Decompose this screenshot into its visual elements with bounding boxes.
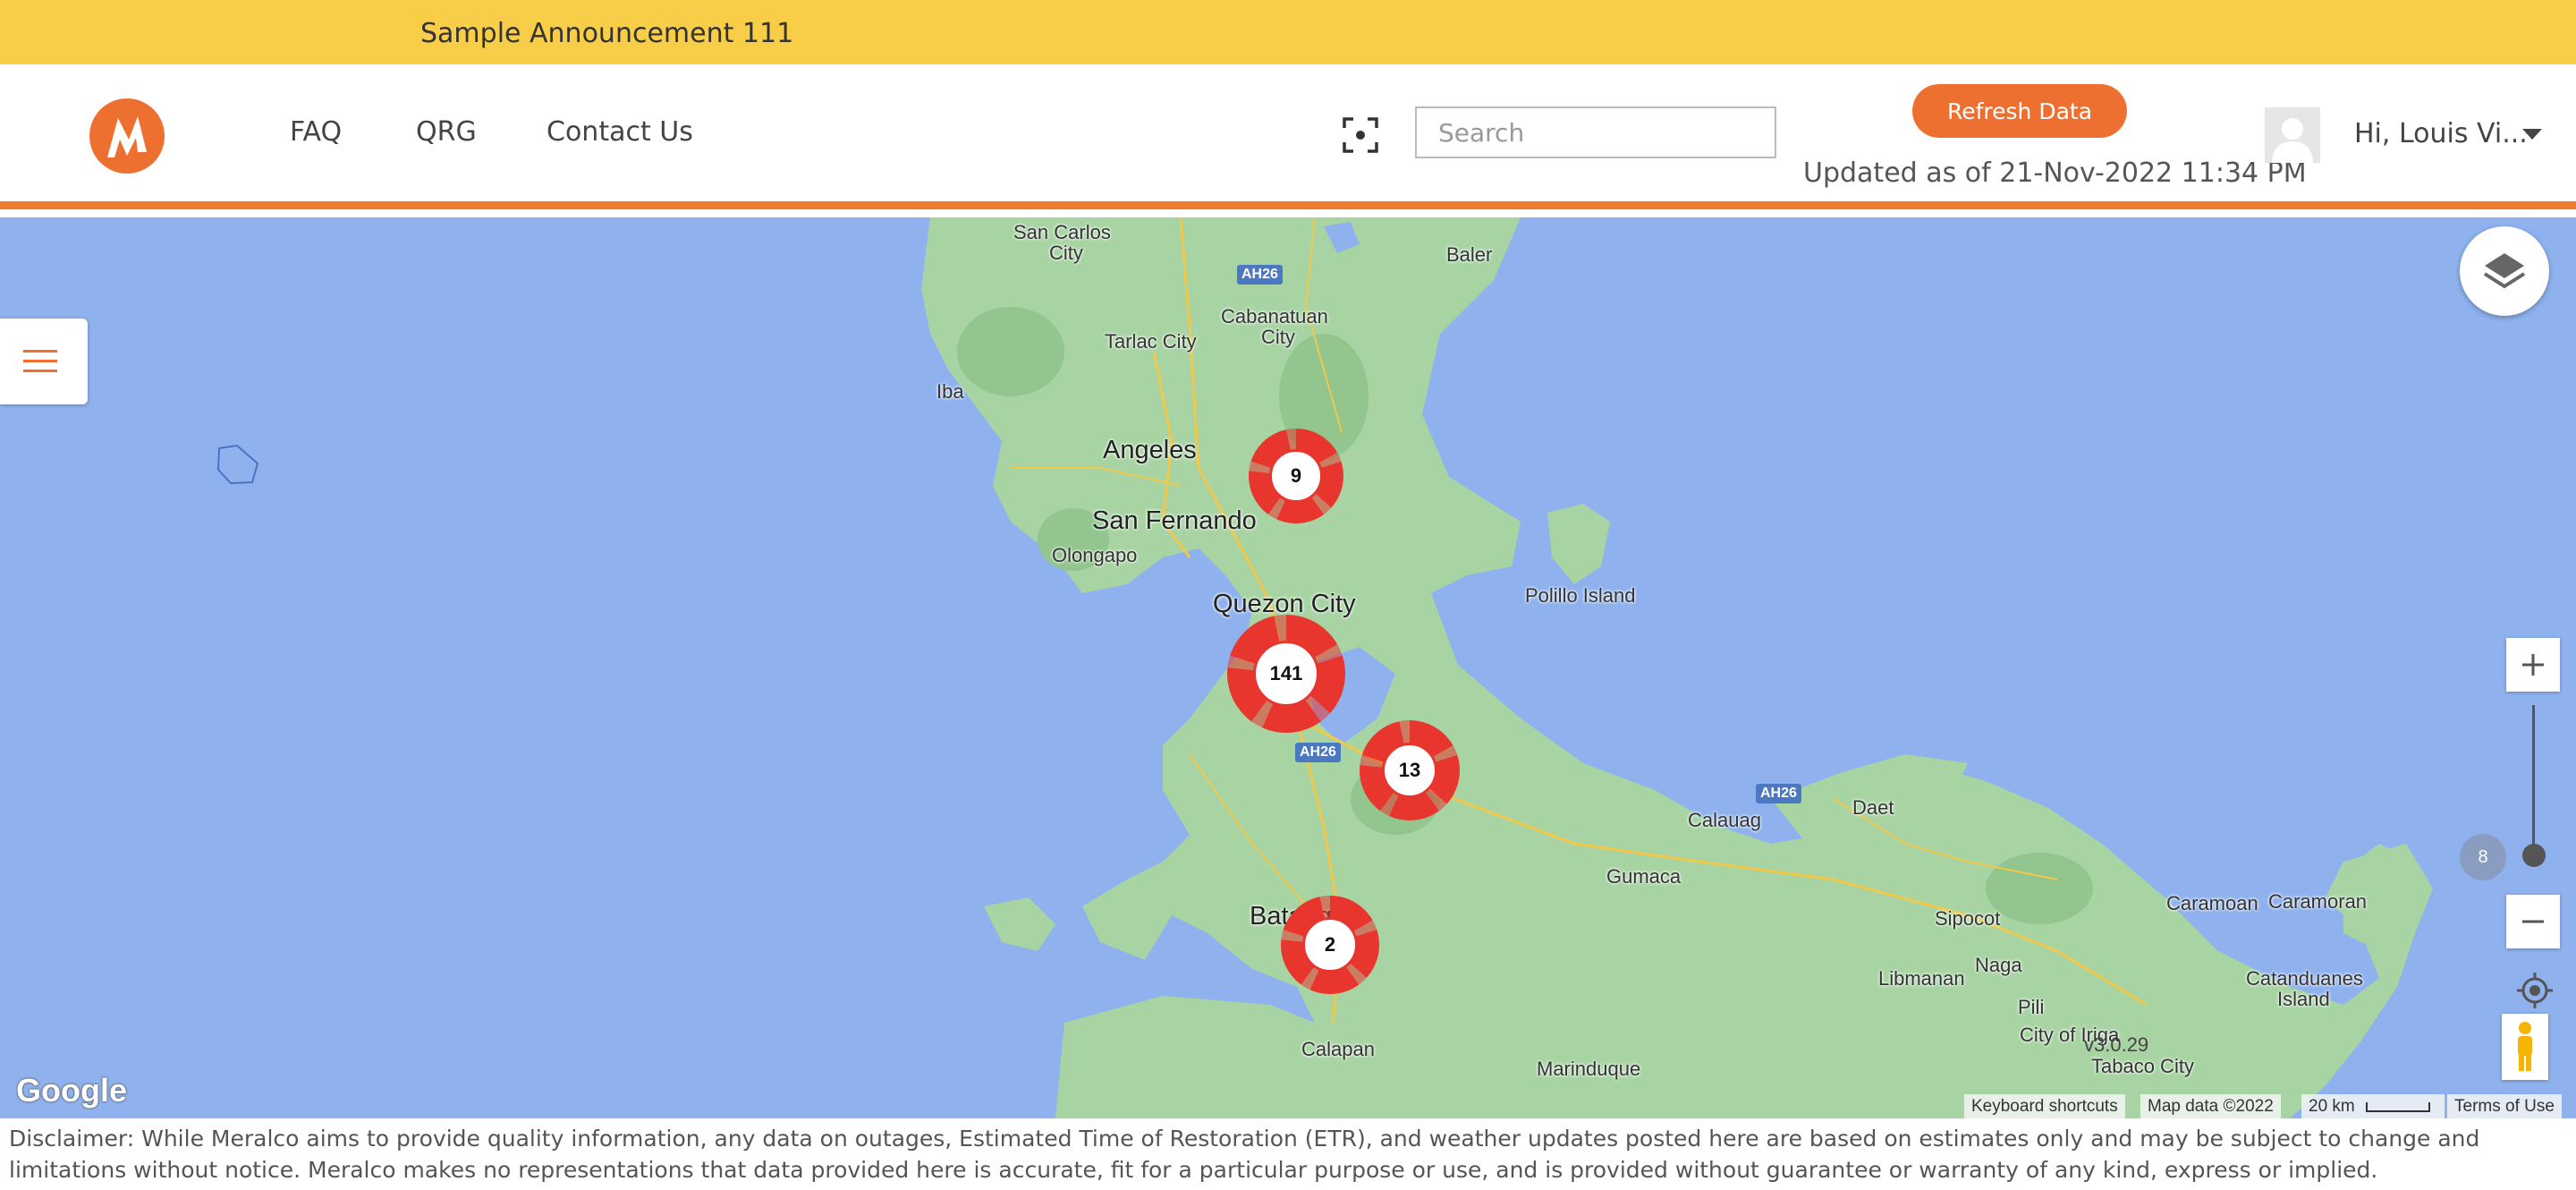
map-label: Island <box>2277 988 2330 1010</box>
map-scale: 20 km <box>2301 1094 2445 1118</box>
nav-qrg[interactable]: QRG <box>416 116 477 148</box>
avatar[interactable] <box>2265 107 2320 163</box>
terms-of-use-link[interactable]: Terms of Use <box>2447 1094 2562 1118</box>
outage-cluster-marker[interactable]: 2 <box>1281 896 1379 994</box>
map-label: Olongapo <box>1052 544 1138 566</box>
map-label: Iba <box>936 380 964 403</box>
zoom-out-button[interactable] <box>2506 895 2560 948</box>
fullscreen-focus-icon[interactable] <box>1342 116 1379 154</box>
zoom-level-indicator: 8 <box>2460 834 2506 880</box>
outage-map[interactable]: San Carlos City Baler Cabanatuan City Ta… <box>0 217 2576 1118</box>
announcement-bar: Sample Announcement 111 <box>0 0 2576 64</box>
header: FAQ QRG Contact Us Refresh Data Updated … <box>0 64 2576 209</box>
map-scale-label: 20 km <box>2309 1097 2355 1116</box>
road-shield: AH26 <box>1295 743 1341 762</box>
chevron-down-icon[interactable] <box>2522 129 2542 140</box>
nav-contact-us[interactable]: Contact Us <box>547 116 693 148</box>
map-label: Angeles <box>1103 436 1197 464</box>
my-location-icon[interactable] <box>2515 971 2555 1010</box>
map-label: Calapan <box>1301 1038 1375 1060</box>
map-label: Baler <box>1446 243 1493 266</box>
updated-timestamp: Updated as of 21-Nov-2022 11:34 PM <box>1803 157 2307 189</box>
outage-cluster-marker[interactable]: 13 <box>1360 720 1460 820</box>
hamburger-menu-button[interactable] <box>0 319 88 404</box>
disclaimer-text: Disclaimer: While Meralco aims to provid… <box>9 1126 2480 1183</box>
minus-icon <box>2522 920 2544 923</box>
cluster-count: 13 <box>1398 759 1421 781</box>
user-greeting[interactable]: Hi, Louis Vi... <box>2354 118 2528 149</box>
map-layers-button[interactable] <box>2460 226 2549 316</box>
map-label: Pili <box>2018 996 2045 1018</box>
map-label: Caramoran <box>2268 890 2368 913</box>
map-version: v3.0.29 <box>2084 1033 2149 1056</box>
map-label: Polillo Island <box>1525 584 1636 607</box>
map-label: San Fernando <box>1092 506 1257 535</box>
map-label: Sipocot <box>1935 907 2001 930</box>
scale-bar-icon <box>2366 1101 2431 1112</box>
refresh-data-button[interactable]: Refresh Data <box>1912 84 2127 138</box>
road-shield: AH26 <box>1237 265 1283 285</box>
cluster-count: 2 <box>1324 933 1336 956</box>
zoom-slider-track[interactable] <box>2532 705 2535 866</box>
cluster-count: 9 <box>1290 464 1302 487</box>
zoom-in-button[interactable] <box>2506 638 2560 692</box>
pegman-icon <box>2518 1022 2532 1071</box>
map-label: Gumaca <box>1606 865 1682 888</box>
nav-faq[interactable]: FAQ <box>290 116 342 148</box>
map-label: Daet <box>1852 796 1894 819</box>
user-silhouette-icon <box>2265 107 2320 163</box>
layers-icon <box>2483 253 2526 289</box>
map-label: Marinduque <box>1537 1058 1641 1080</box>
cluster-count: 141 <box>1269 662 1303 684</box>
plus-icon <box>2522 654 2544 676</box>
outage-cluster-marker[interactable]: 141 <box>1227 615 1345 733</box>
google-logo: Google <box>16 1072 127 1109</box>
map-data-attribution: Map data ©2022 <box>2140 1094 2281 1118</box>
announcement-text: Sample Announcement 111 <box>420 18 794 49</box>
map-label: Naga <box>1975 954 2022 976</box>
meralco-logo[interactable] <box>88 97 166 175</box>
map-label: Caramoan <box>2166 892 2258 914</box>
map-label: Tabaco City <box>2091 1055 2194 1077</box>
map-label: Calauag <box>1688 809 1761 831</box>
map-label: Tarlac City <box>1105 330 1197 353</box>
keyboard-shortcuts-link[interactable]: Keyboard shortcuts <box>1964 1094 2125 1118</box>
map-label: City <box>1049 242 1083 264</box>
search-input[interactable] <box>1415 106 1776 158</box>
road-shield: AH26 <box>1756 784 1801 803</box>
outage-cluster-marker[interactable]: 9 <box>1249 429 1343 523</box>
map-label: City <box>1261 326 1295 348</box>
street-view-button[interactable] <box>2502 1014 2548 1080</box>
zoom-slider-handle[interactable] <box>2522 844 2546 867</box>
map-label: Libmanan <box>1878 967 1965 990</box>
